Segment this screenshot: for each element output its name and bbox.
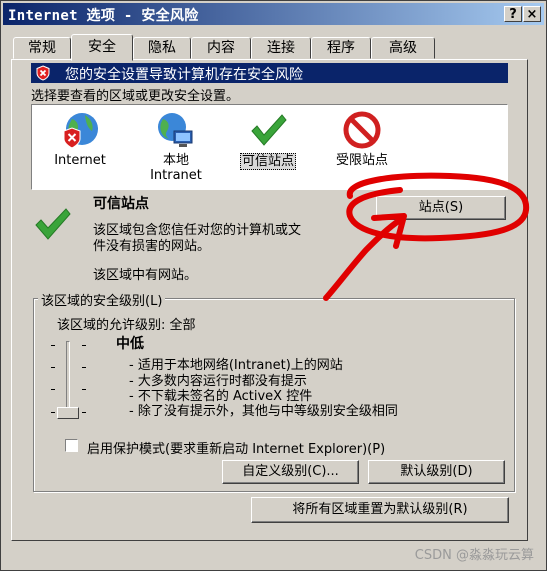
security-warning-banner: 您的安全设置导致计算机存在安全风险 bbox=[31, 63, 508, 83]
level-bullet: - 除了没有提示外，其他与中等级别安全级相同 bbox=[129, 404, 398, 419]
tab-security[interactable]: 安全 bbox=[71, 34, 133, 61]
zone-title: 可信站点 bbox=[93, 196, 149, 212]
tab-content[interactable]: 内容 bbox=[191, 37, 251, 59]
slider-tick bbox=[51, 367, 55, 368]
level-name: 中低 bbox=[116, 336, 144, 352]
warning-text: 您的安全设置导致计算机存在安全风险 bbox=[65, 67, 303, 83]
reset-all-zones-button[interactable]: 将所有区域重置为默认级别(R) bbox=[251, 497, 509, 523]
protected-mode-checkbox[interactable] bbox=[65, 439, 78, 452]
shield-warning-icon bbox=[36, 65, 50, 81]
protected-mode-label[interactable]: 启用保护模式(要求重新启动 Internet Explorer)(P) bbox=[87, 438, 385, 457]
zone-internet[interactable]: Internet bbox=[40, 111, 120, 168]
sites-button[interactable]: 站点(S) bbox=[376, 196, 506, 220]
slider-tick bbox=[51, 412, 55, 413]
zone-restricted-sites[interactable]: 受限站点 bbox=[322, 111, 402, 168]
watermark: CSDN @淼淼玩云算 bbox=[414, 548, 534, 563]
tab-programs[interactable]: 程序 bbox=[311, 37, 371, 59]
slider-tick bbox=[82, 345, 86, 346]
checkmark-icon bbox=[251, 114, 287, 146]
trusted-sites-check-icon bbox=[35, 208, 71, 240]
zone-label: 可信站点 bbox=[239, 153, 296, 170]
slider-tick bbox=[51, 345, 55, 346]
tab-privacy[interactable]: 隐私 bbox=[133, 37, 191, 59]
security-level-slider-thumb[interactable] bbox=[57, 407, 79, 419]
security-level-group-title: 该区域的安全级别(L) bbox=[38, 290, 166, 309]
slider-tick bbox=[82, 412, 86, 413]
restricted-icon bbox=[343, 111, 381, 149]
default-level-button[interactable]: 默认级别(D) bbox=[368, 460, 505, 484]
tab-connections[interactable]: 连接 bbox=[251, 37, 311, 59]
tab-general[interactable]: 常规 bbox=[13, 37, 71, 59]
window-title: Internet 选项 - 安全风险 bbox=[8, 8, 199, 24]
zone-status: 该区域中有网站。 bbox=[93, 268, 198, 283]
zone-description-line2: 件没有损害的网站。 bbox=[93, 239, 211, 254]
zone-prompt: 选择要查看的区域或更改安全设置。 bbox=[31, 89, 240, 104]
zone-label: 受限站点 bbox=[335, 153, 388, 168]
globe-blocked-icon bbox=[63, 113, 98, 149]
custom-level-button[interactable]: 自定义级别(C)... bbox=[222, 460, 359, 484]
slider-tick bbox=[51, 389, 55, 390]
zone-trusted-sites[interactable]: 可信站点 bbox=[228, 111, 308, 170]
slider-tick bbox=[82, 389, 86, 390]
zone-list[interactable]: Internet 本地 Intranet 可信站点 受限站点 bbox=[31, 104, 508, 190]
zone-local-intranet[interactable]: 本地 Intranet bbox=[136, 111, 216, 183]
allowed-levels-text: 该区域的允许级别: 全部 bbox=[57, 318, 196, 333]
globe-network-icon bbox=[158, 113, 193, 147]
internet-options-window: Internet 选项 - 安全风险 ? × 常规 安全 隐私 内容 连接 程序… bbox=[0, 0, 547, 571]
zone-label: 本地 Intranet bbox=[150, 153, 202, 183]
zone-label: Internet bbox=[54, 153, 106, 168]
title-bar[interactable]: Internet 选项 - 安全风险 ? × bbox=[3, 3, 544, 25]
slider-tick bbox=[82, 367, 86, 368]
tab-advanced[interactable]: 高级 bbox=[371, 37, 435, 59]
close-button[interactable]: × bbox=[523, 6, 541, 22]
help-button[interactable]: ? bbox=[504, 6, 522, 22]
